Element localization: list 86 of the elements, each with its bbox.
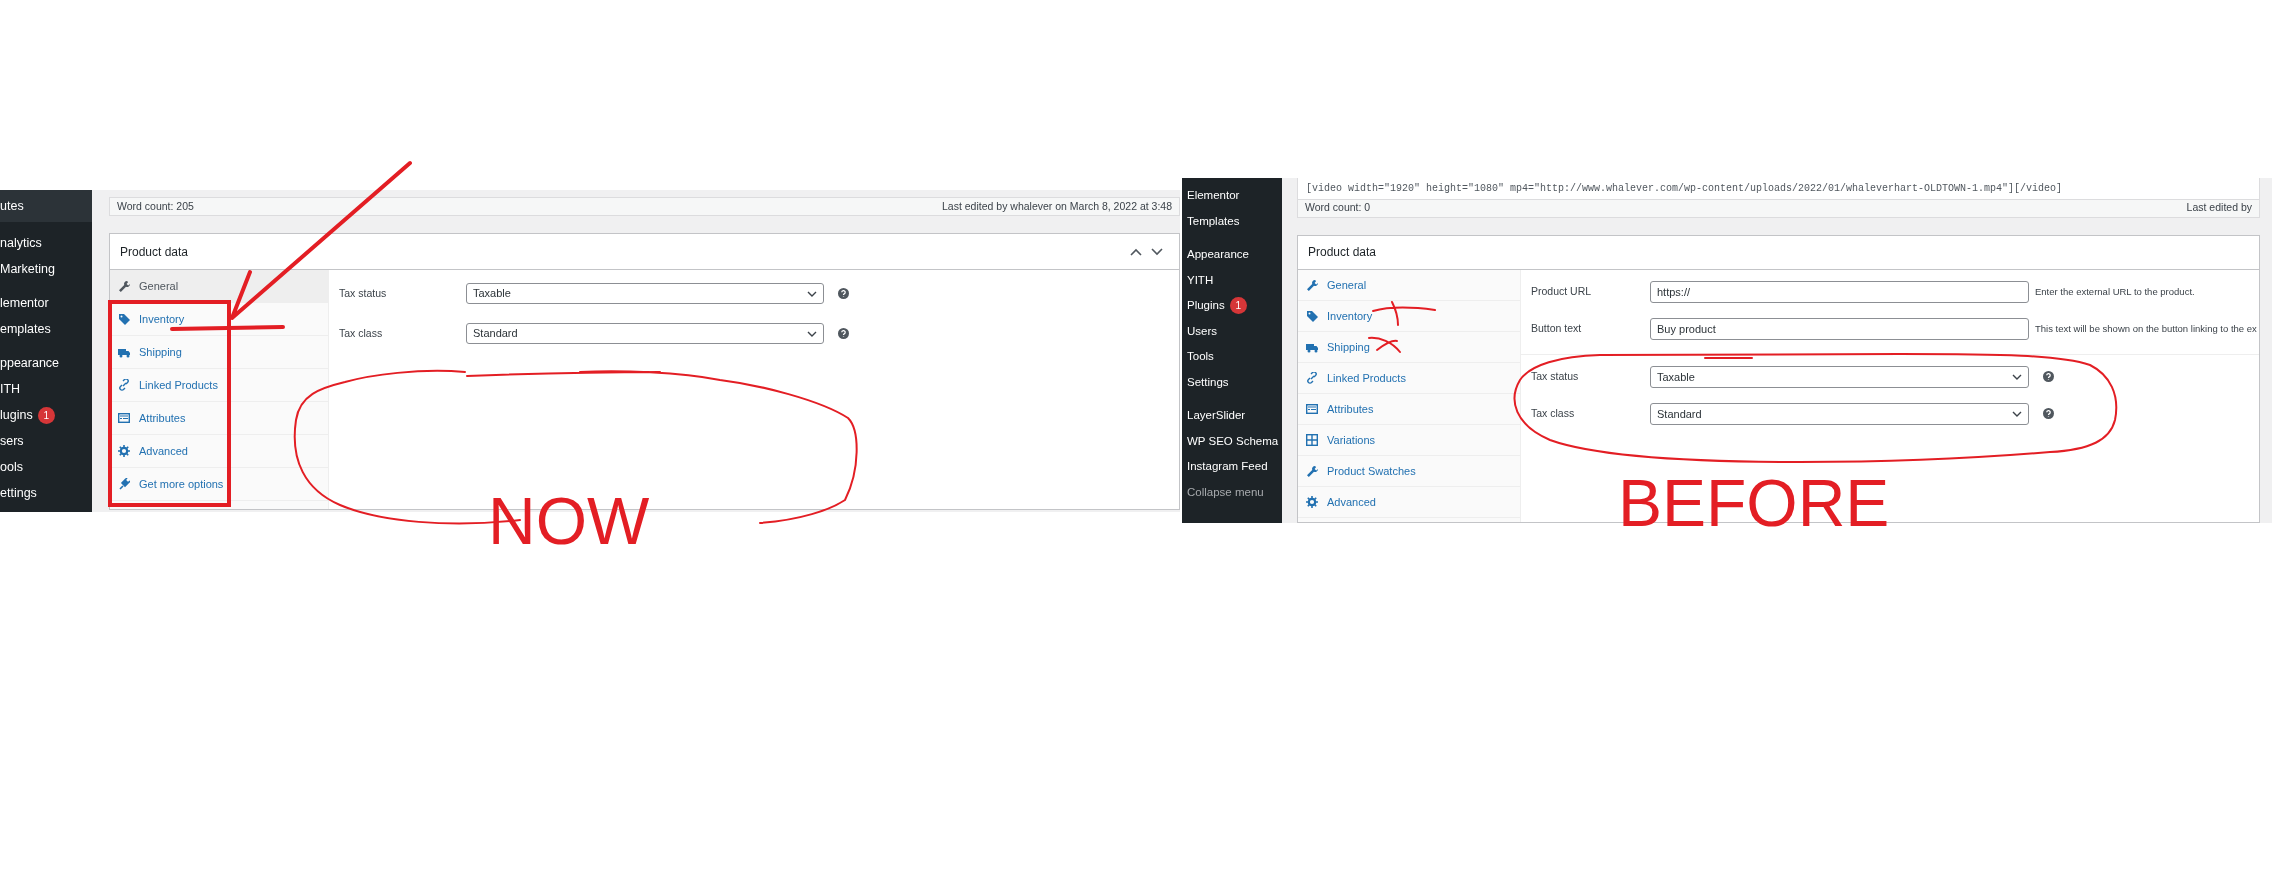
tab[interactable]: Linked Products: [110, 369, 328, 402]
tab[interactable]: Attributes: [1298, 393, 1520, 425]
panel-title: Product data: [120, 243, 189, 261]
list-icon: [118, 412, 130, 424]
list-icon: [1306, 402, 1318, 415]
tab[interactable]: Shipping: [1298, 331, 1520, 363]
select-field[interactable]: Taxable: [466, 283, 824, 304]
chevron-down-icon: [2012, 410, 2022, 417]
sidebar-item[interactable]: Templates: [1182, 208, 1282, 234]
move-down-button[interactable]: [1151, 247, 1163, 256]
sidebar-item[interactable]: Users: [1182, 318, 1282, 344]
gear-icon: [118, 445, 130, 457]
tag-icon: [1306, 309, 1318, 322]
wrench-icon: [1306, 278, 1318, 291]
sidebar-item[interactable]: Instagram Feed: [1182, 454, 1282, 480]
tab[interactable]: Linked Products: [1298, 362, 1520, 394]
field-label: Tax class: [1531, 405, 1576, 421]
word-count: Word count: 0: [1305, 200, 1371, 216]
input-field[interactable]: Buy product: [1650, 317, 2029, 340]
annotation-label: NOW: [488, 488, 650, 554]
sidebar-item[interactable]: Appearance: [1182, 242, 1282, 268]
sidebar-item[interactable]: nalytics: [0, 230, 92, 256]
code-text: [video width="1920" height="1080" mp4="http://www.whalever.com/wp-content/uploads/2022/01/whaleverhart-OLDTOWN-1.mp4"][/video]: [1306, 181, 2063, 196]
sidebar-item[interactable]: sers: [0, 428, 92, 454]
field-label: Tax status: [339, 285, 388, 301]
tab[interactable]: Advanced: [1298, 486, 1520, 518]
sidebar-item[interactable]: utes: [0, 190, 92, 222]
move-up-button[interactable]: [1130, 247, 1142, 256]
truck-icon: [118, 346, 130, 358]
chevron-down-icon: [1151, 247, 1163, 256]
sidebar-item[interactable]: ITH: [0, 376, 92, 402]
count-badge: 1: [37, 406, 55, 424]
sidebar-item[interactable]: Elementor: [1182, 183, 1282, 209]
plug-icon: [118, 478, 130, 490]
sidebar-item[interactable]: emplates: [0, 316, 92, 342]
sidebar-item[interactable]: lugins 1: [0, 402, 92, 428]
annotation-label: BEFORE: [1618, 470, 1890, 536]
sidebar-item[interactable]: YITH: [1182, 267, 1282, 293]
chevron-down-icon: [807, 330, 817, 337]
select-field[interactable]: Standard: [1650, 402, 2029, 425]
grid-icon: [1306, 433, 1318, 446]
sidebar-item[interactable]: Tools: [1182, 344, 1282, 370]
field-description: This text will be shown on the button linking to the ex: [2035, 321, 2257, 336]
tab[interactable]: Shipping: [110, 336, 328, 369]
count-badge: 1: [1229, 297, 1247, 315]
tab[interactable]: Attributes: [110, 402, 328, 435]
chevron-up-icon: [1130, 247, 1142, 256]
tab[interactable]: Get more options: [110, 468, 328, 501]
tab[interactable]: Inventory: [110, 303, 328, 336]
panel-title: Product data: [1308, 244, 1377, 262]
link-icon: [1306, 371, 1318, 384]
tab[interactable]: General: [1298, 269, 1520, 301]
sidebar-item[interactable]: lementor: [0, 290, 92, 316]
field-label: Tax status: [1531, 368, 1580, 384]
sidebar-item[interactable]: Settings: [1182, 369, 1282, 395]
tab[interactable]: Inventory: [1298, 300, 1520, 332]
gear-icon: [1306, 495, 1318, 508]
sidebar-item[interactable]: Collapse menu: [1182, 479, 1282, 505]
sidebar-item[interactable]: WP SEO Schema: [1182, 428, 1282, 454]
last-edited-text: Last edited by whalever on March 8, 2022 at 3:48: [942, 198, 1172, 214]
sidebar-item[interactable]: ettings: [0, 480, 92, 506]
tab[interactable]: Variations: [1298, 424, 1520, 456]
tag-icon: [118, 313, 130, 325]
chevron-down-icon: [2012, 373, 2022, 380]
field-label: Product URL: [1531, 283, 1593, 299]
input-field[interactable]: https://: [1650, 280, 2029, 303]
word-count: Word count: 205: [117, 198, 194, 214]
scribble-mark: [1368, 336, 1401, 353]
field-label: Button text: [1531, 320, 1583, 336]
field-description: Enter the external URL to the product.: [2035, 284, 2195, 299]
sidebar-item[interactable]: Plugins 1: [1182, 293, 1282, 319]
link-icon: [118, 379, 130, 391]
sidebar-item[interactable]: Marketing: [0, 256, 92, 282]
sidebar-item[interactable]: LayerSlider: [1182, 403, 1282, 429]
field-label: Tax class: [339, 325, 384, 341]
chevron-down-icon: [807, 290, 817, 297]
wrench-icon: [1306, 464, 1318, 477]
select-field[interactable]: Standard: [466, 323, 824, 344]
select-field[interactable]: Taxable: [1650, 365, 2029, 388]
wrench-icon: [118, 280, 130, 292]
tab[interactable]: Product Swatches: [1298, 455, 1520, 487]
scribble-mark: [1372, 301, 1436, 326]
sidebar-item[interactable]: ppearance: [0, 350, 92, 376]
tab[interactable]: Advanced: [110, 435, 328, 468]
sidebar-item[interactable]: ools: [0, 454, 92, 480]
last-edited-text: Last edited by: [2186, 200, 2252, 216]
